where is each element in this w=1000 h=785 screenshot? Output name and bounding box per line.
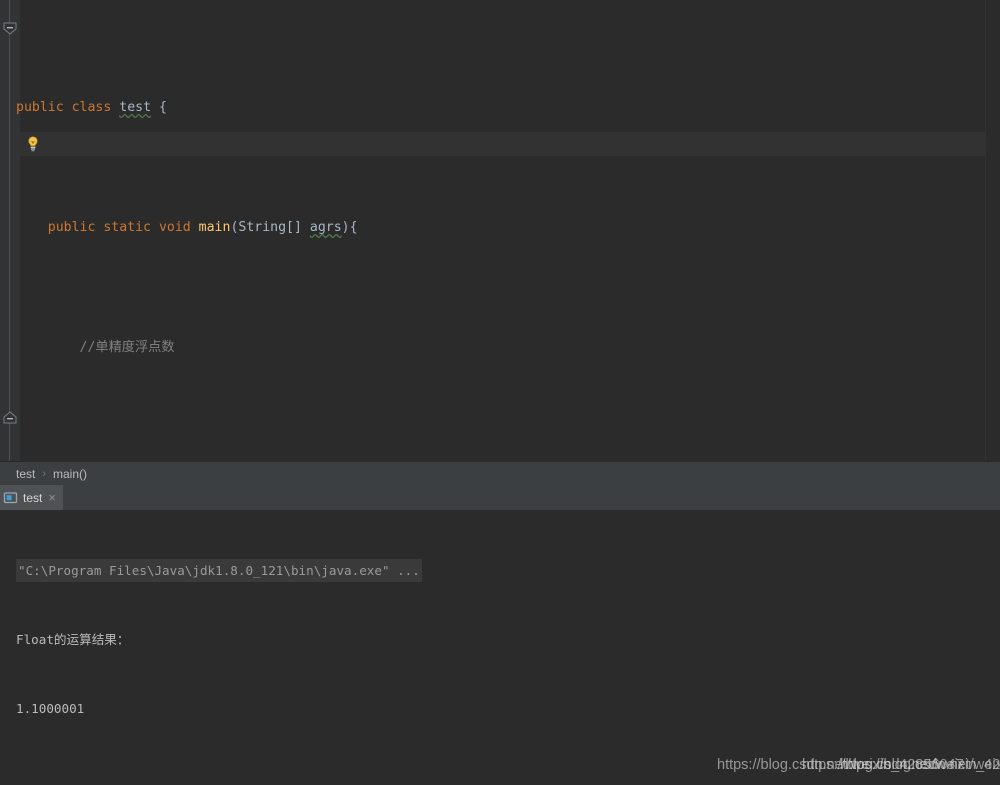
console-lines: "C:\Program Files\Java\jdk1.8.0_121\bin\… <box>0 513 1000 785</box>
console-line: Float的运算结果： <box>16 632 130 647</box>
console-tab-label: test <box>23 490 43 505</box>
editor-scrollbar[interactable] <box>986 0 1000 461</box>
console-tab-bar: test × <box>0 485 1000 510</box>
code-editor[interactable]: public class test { public static void m… <box>0 0 1000 461</box>
code-line[interactable]: //单精度浮点数 <box>0 336 1000 360</box>
ide-window: public class test { public static void m… <box>0 0 1000 785</box>
console-command-text: "C:\Program Files\Java\jdk1.8.0_121\bin\… <box>16 559 422 582</box>
console-line: 1.1000001 <box>16 701 85 716</box>
close-icon[interactable]: × <box>48 491 56 504</box>
console-output-panel[interactable]: "C:\Program Files\Java\jdk1.8.0_121\bin\… <box>0 510 1000 785</box>
console-tab-test[interactable]: test × <box>0 485 63 510</box>
console-run-icon <box>3 490 18 505</box>
code-line[interactable]: public class test { <box>0 96 1000 120</box>
code-line[interactable]: public static void main(String[] agrs){ <box>0 216 1000 240</box>
comment-float: //单精度浮点数 <box>79 340 175 355</box>
console-command-line: "C:\Program Files\Java\jdk1.8.0_121\bin\… <box>16 559 1000 582</box>
breadcrumb: test › main() <box>0 461 1000 485</box>
breadcrumb-item-class[interactable]: test <box>16 467 35 481</box>
breadcrumb-item-method[interactable]: main() <box>53 467 87 481</box>
code-content[interactable]: public class test { public static void m… <box>0 0 1000 461</box>
breadcrumb-separator-icon: › <box>42 467 47 480</box>
